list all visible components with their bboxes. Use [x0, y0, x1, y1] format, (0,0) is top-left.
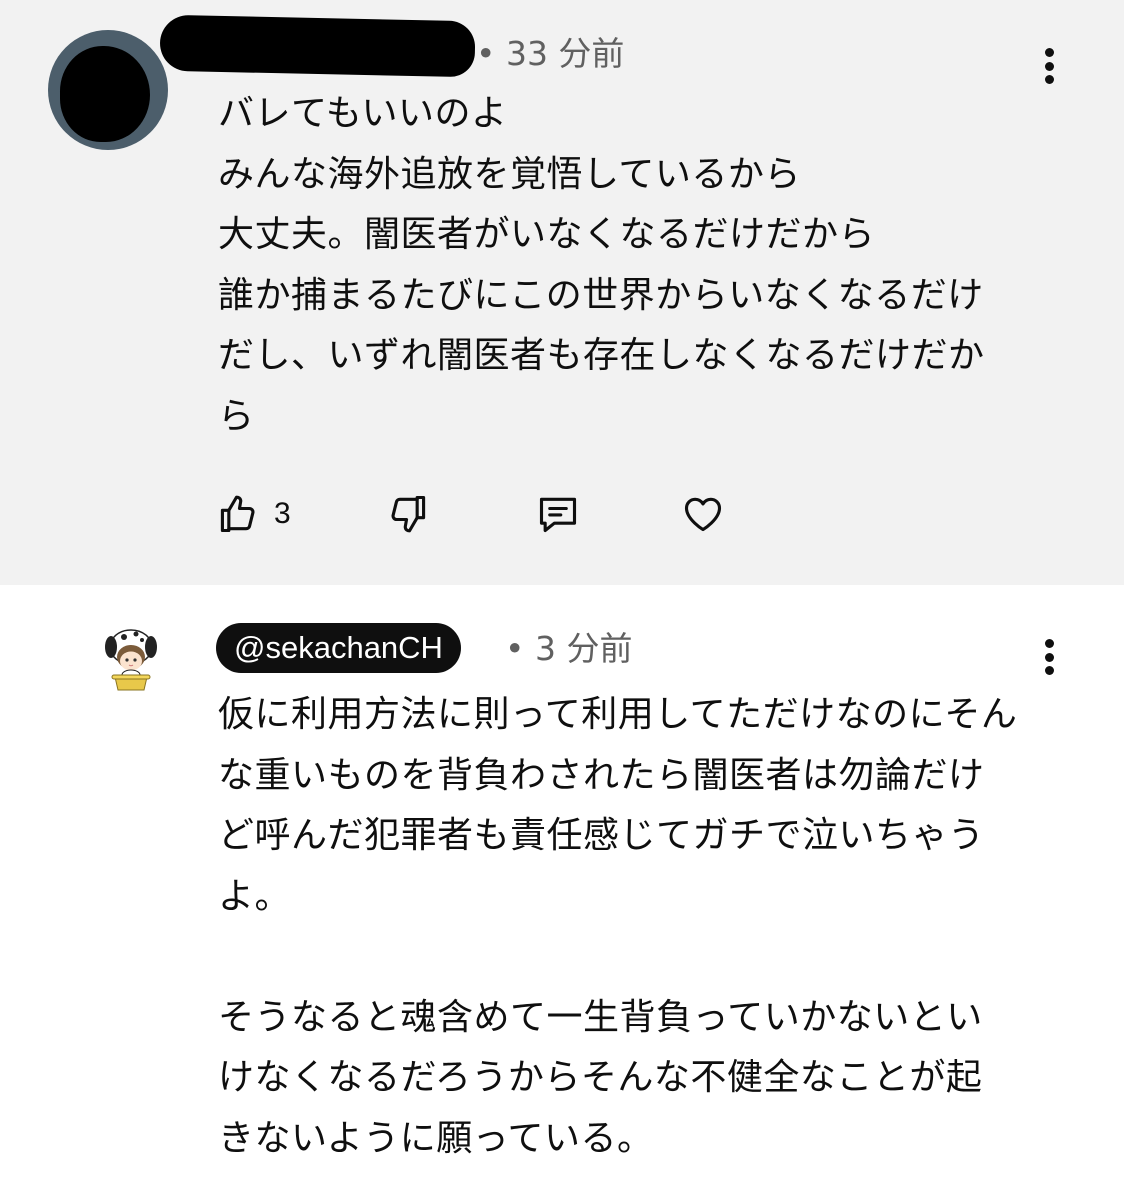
reply-button[interactable] — [534, 486, 582, 542]
more-vert-icon[interactable] — [1037, 635, 1061, 679]
comment-text: バレてもいいのよ みんな海外追放を覚悟しているから 大丈夫。闇医者がいなくなるだ… — [218, 93, 985, 437]
comment-actions: 3 — [216, 486, 776, 542]
avatar-redaction — [60, 46, 150, 142]
avatar-image — [105, 629, 157, 691]
like-button[interactable]: 3 — [216, 486, 291, 542]
comment-timestamp[interactable]: • 3 分前 — [505, 629, 632, 669]
reply-icon — [539, 497, 577, 533]
heart-button[interactable] — [680, 486, 726, 542]
thumb-down-icon — [391, 495, 426, 533]
avatar[interactable] — [48, 30, 168, 150]
comment-timestamp[interactable]: • 33 分前 — [476, 34, 624, 74]
author-name-redaction — [159, 14, 476, 78]
comment: @sekachanCH • 3 分前 仮に利用方法に則って利用してただけなのにそ… — [0, 585, 1124, 1194]
author-handle-chip[interactable]: @sekachanCH — [216, 623, 461, 673]
like-count: 3 — [274, 497, 291, 530]
comment-highlighted: • 33 分前 バレてもいいのよ みんな海外追放を覚悟しているから 大丈夫。闇医… — [0, 0, 1124, 585]
heart-icon — [684, 497, 722, 532]
comment-text: 仮に利用方法に則って利用してただけなのにそんな重いものを背負わされたら闇医者は勿… — [218, 694, 1018, 1159]
more-vert-icon[interactable] — [1037, 44, 1061, 88]
dislike-button[interactable] — [386, 486, 430, 542]
thumb-up-icon — [220, 495, 255, 533]
avatar[interactable] — [100, 625, 162, 695]
